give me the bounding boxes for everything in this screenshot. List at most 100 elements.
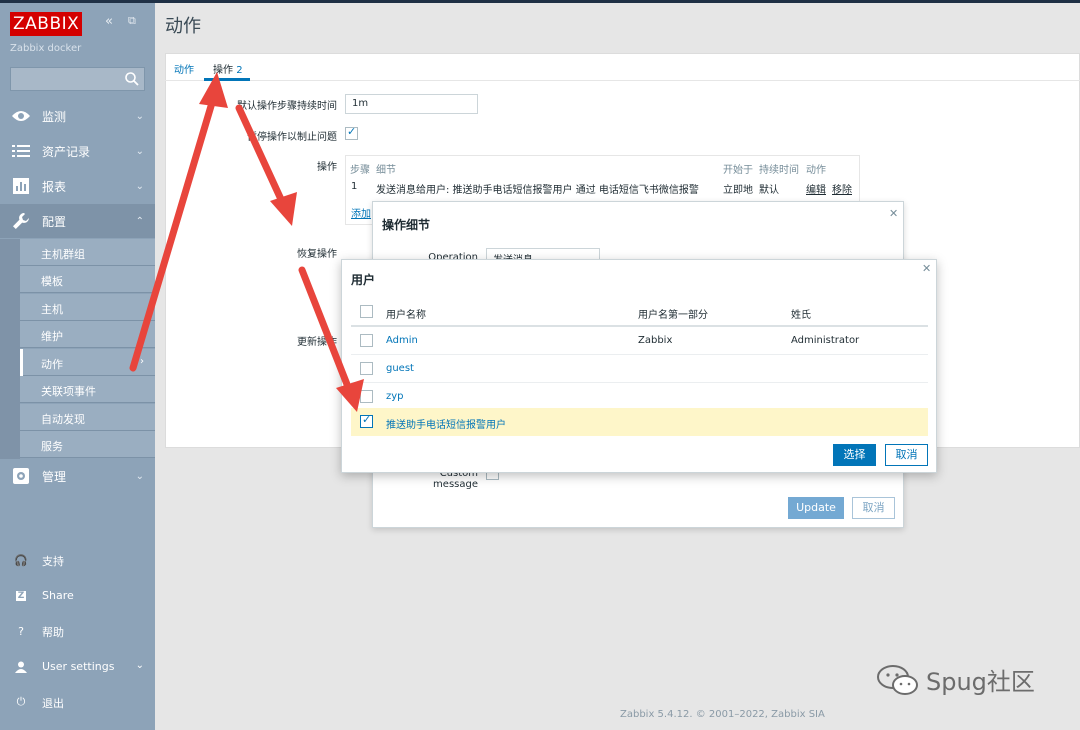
submenu-indent	[0, 239, 20, 459]
nav-configuration[interactable]: 配置 ⌃	[0, 204, 155, 238]
recovery-operations-label: 恢复操作	[297, 249, 337, 260]
user-name-link[interactable]: guest	[386, 363, 414, 374]
submenu-event-correlation[interactable]: 关联项事件	[20, 376, 155, 403]
nav-sign-out[interactable]: ⏻ 退出	[0, 687, 155, 717]
col-action: 动作	[806, 165, 826, 176]
chevron-down-icon: ⌄	[135, 180, 144, 192]
chart-icon	[11, 177, 31, 195]
nav-label: 退出	[42, 697, 64, 710]
col-username: 用户名称	[386, 310, 426, 321]
op-step: 1	[351, 181, 358, 192]
submenu-label: 自动发现	[41, 413, 85, 426]
sidebar-search-input[interactable]	[10, 67, 145, 91]
user-row[interactable]: guest	[351, 355, 928, 383]
watermark-text: Spug社区	[926, 668, 1035, 696]
nav-label: User settings	[42, 660, 115, 673]
tab-action[interactable]: 动作	[174, 61, 194, 76]
col-duration: 持续时间	[759, 165, 799, 176]
step-duration-label: 默认操作步骤持续时间	[237, 101, 337, 112]
nav-inventory[interactable]: 资产记录 ⌄	[0, 134, 155, 168]
submenu-actions[interactable]: 动作 ›	[20, 349, 155, 376]
dialog-title: 操作细节	[382, 218, 431, 232]
close-icon[interactable]: ✕	[922, 262, 931, 275]
chevron-up-icon: ⌃	[135, 215, 144, 227]
user-checkbox[interactable]	[360, 362, 373, 375]
tab-operations[interactable]: 操作 2	[213, 61, 243, 76]
kiosk-mode-icon[interactable]: ⧉	[128, 14, 136, 28]
step-duration-input[interactable]: 1m	[345, 94, 478, 114]
select-all-checkbox[interactable]	[360, 305, 373, 318]
user-checkbox-checked[interactable]	[360, 413, 373, 428]
op-edit-link[interactable]: 编辑	[806, 181, 826, 196]
nav-administration[interactable]: 管理 ⌄	[0, 459, 155, 493]
nav-label: 管理	[42, 469, 67, 484]
col-surname: 姓氏	[791, 310, 811, 321]
submenu-label: 模板	[41, 275, 63, 288]
submenu-maintenance[interactable]: 维护	[20, 321, 155, 348]
active-tab-indicator	[204, 78, 250, 81]
pause-operations-label: 暂停操作以制止问题	[247, 132, 337, 143]
select-button[interactable]: 选择	[833, 444, 876, 466]
configuration-submenu: 主机群组 模板 主机 维护 动作 › 关联项事件 自动发现 服务	[20, 239, 155, 459]
pause-operations-checkbox[interactable]	[345, 125, 358, 140]
submenu-label: 维护	[41, 330, 63, 343]
update-button[interactable]: Update	[788, 497, 844, 519]
nav-support[interactable]: 🎧 支持	[0, 545, 155, 575]
col-step: 步骤	[350, 165, 370, 176]
user-name-link[interactable]: zyp	[386, 391, 404, 402]
zabbix-logo[interactable]: ZABBIX	[10, 12, 83, 36]
search-icon[interactable]	[124, 71, 140, 87]
tab-count-badge: 2	[236, 65, 243, 76]
submenu-label: 关联项事件	[41, 385, 96, 398]
users-dialog: 用户 ✕ 用户名称 用户名第一部分 姓氏 Admin Zabbix Admini…	[341, 259, 937, 473]
submenu-discovery[interactable]: 自动发现	[20, 404, 155, 431]
nav-share[interactable]: Z Share	[0, 581, 155, 611]
user-row-selected[interactable]: 推送助手电话短信报警用户	[351, 408, 928, 436]
submenu-hosts[interactable]: 主机	[20, 294, 155, 321]
wrench-icon	[11, 212, 31, 230]
nav-label: 配置	[42, 214, 67, 229]
user-row[interactable]: Admin Zabbix Administrator	[351, 327, 928, 355]
submenu-label: 主机群组	[41, 248, 85, 261]
eye-icon	[11, 107, 31, 125]
cancel-button[interactable]: 取消	[885, 444, 928, 466]
help-icon: ?	[18, 624, 24, 638]
operations-label: 操作	[317, 162, 337, 173]
op-duration: 默认	[759, 185, 779, 196]
op-remove-link[interactable]: 移除	[832, 181, 852, 196]
nav-help[interactable]: ? 帮助	[0, 616, 155, 646]
submenu-templates[interactable]: 模板	[20, 266, 155, 293]
nav-monitoring[interactable]: 监测 ⌄	[0, 99, 155, 133]
add-operation-link[interactable]: 添加	[351, 205, 371, 220]
submenu-host-groups[interactable]: 主机群组	[20, 239, 155, 266]
user-name-link[interactable]: Admin	[386, 335, 418, 346]
col-start: 开始于	[723, 165, 753, 176]
col-firstname: 用户名第一部分	[638, 310, 708, 321]
nav-label: Share	[42, 589, 74, 602]
user-name-link[interactable]: 推送助手电话短信报警用户	[386, 416, 506, 431]
chevron-down-icon: ⌄	[135, 470, 144, 482]
close-icon[interactable]: ✕	[889, 207, 898, 220]
user-firstname: Zabbix	[638, 335, 673, 346]
user-checkbox[interactable]	[360, 334, 373, 347]
power-icon: ⏻	[16, 695, 26, 708]
submenu-label: 服务	[41, 440, 63, 453]
chevron-down-icon: ⌄	[135, 145, 144, 157]
share-icon: Z	[15, 591, 27, 601]
collapse-sidebar-icon[interactable]: «	[105, 14, 113, 29]
chevron-right-icon: ›	[140, 356, 144, 367]
chevron-down-icon: ⌄	[135, 660, 144, 671]
user-checkbox[interactable]	[360, 390, 373, 403]
op-detail: 发送消息给用户: 推送助手电话短信报警用户 通过 电话短信飞书微信报警	[376, 185, 699, 196]
cancel-button[interactable]: 取消	[852, 497, 895, 519]
top-border	[0, 0, 1080, 3]
col-detail: 细节	[376, 165, 396, 176]
submenu-services[interactable]: 服务	[20, 431, 155, 458]
user-row[interactable]: zyp	[351, 383, 928, 411]
nav-label: 帮助	[42, 626, 64, 639]
tab-label: 操作	[213, 65, 233, 76]
nav-reports[interactable]: 报表 ⌄	[0, 169, 155, 203]
nav-user-settings[interactable]: User settings ⌄	[0, 652, 155, 682]
logo-row: ZABBIX « ⧉	[10, 12, 150, 36]
nav-label: 支持	[42, 555, 64, 568]
